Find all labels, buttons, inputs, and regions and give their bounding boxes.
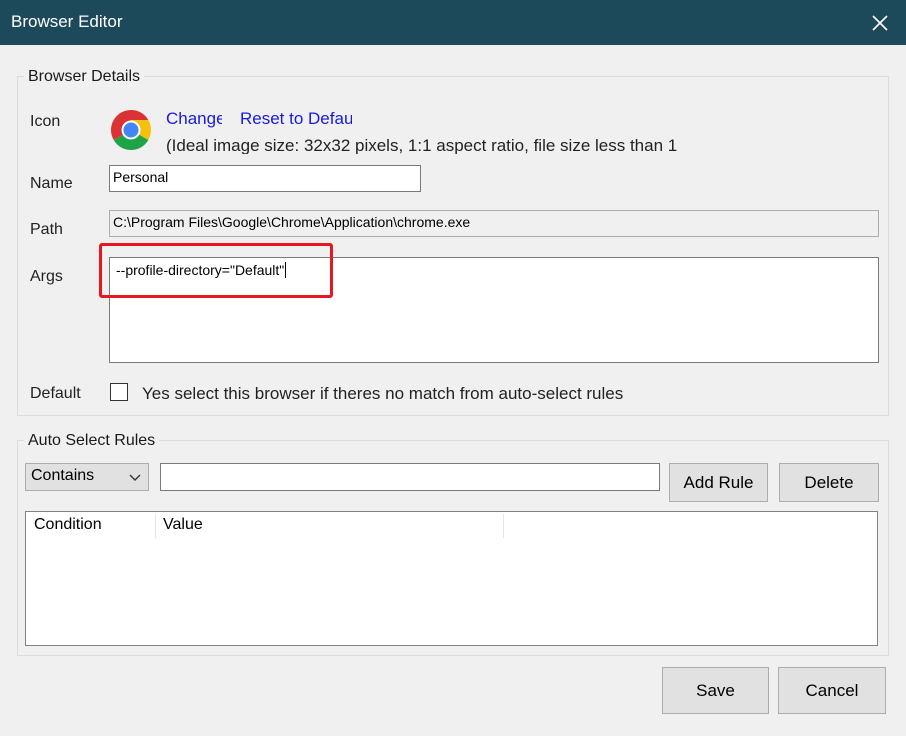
rule-value-input[interactable] bbox=[160, 463, 660, 491]
close-icon bbox=[872, 14, 888, 31]
column-header-value[interactable]: Value bbox=[155, 512, 503, 538]
chrome-logo-icon bbox=[109, 108, 153, 152]
delete-rule-button[interactable]: Delete bbox=[779, 463, 879, 502]
browser-details-legend: Browser Details bbox=[24, 68, 145, 86]
auto-select-legend: Auto Select Rules bbox=[24, 432, 160, 450]
reset-icon-link[interactable]: Reset to Default bbox=[240, 109, 352, 129]
condition-select[interactable]: Contains bbox=[25, 463, 149, 491]
icon-label: Icon bbox=[30, 113, 61, 130]
column-header-condition[interactable]: Condition bbox=[26, 512, 155, 538]
rules-list[interactable]: Condition Value bbox=[25, 511, 878, 646]
icon-size-hint: (Ideal image size: 32x32 pixels, 1:1 asp… bbox=[166, 136, 678, 154]
close-button[interactable] bbox=[854, 0, 906, 45]
save-button[interactable]: Save bbox=[662, 667, 769, 714]
column-divider bbox=[503, 514, 504, 538]
name-label: Name bbox=[30, 175, 73, 192]
args-label: Args bbox=[30, 268, 63, 285]
title-bar: Browser Editor bbox=[0, 0, 906, 45]
highlight-box bbox=[99, 243, 333, 298]
change-icon-link[interactable]: Change bbox=[166, 109, 222, 129]
path-label: Path bbox=[30, 221, 63, 238]
add-rule-button[interactable]: Add Rule bbox=[669, 463, 768, 502]
cancel-button[interactable]: Cancel bbox=[778, 667, 886, 714]
default-label: Default bbox=[30, 385, 81, 402]
path-input[interactable]: C:\Program Files\Google\Chrome\Applicati… bbox=[109, 210, 879, 237]
default-browser-checkbox[interactable] bbox=[110, 383, 128, 401]
name-input[interactable]: Personal bbox=[109, 165, 421, 192]
condition-selected-value: Contains bbox=[31, 467, 95, 484]
chevron-down-icon bbox=[129, 474, 141, 481]
window-title: Browser Editor bbox=[11, 12, 123, 31]
default-checkbox-text: Yes select this browser if theres no mat… bbox=[142, 384, 624, 403]
